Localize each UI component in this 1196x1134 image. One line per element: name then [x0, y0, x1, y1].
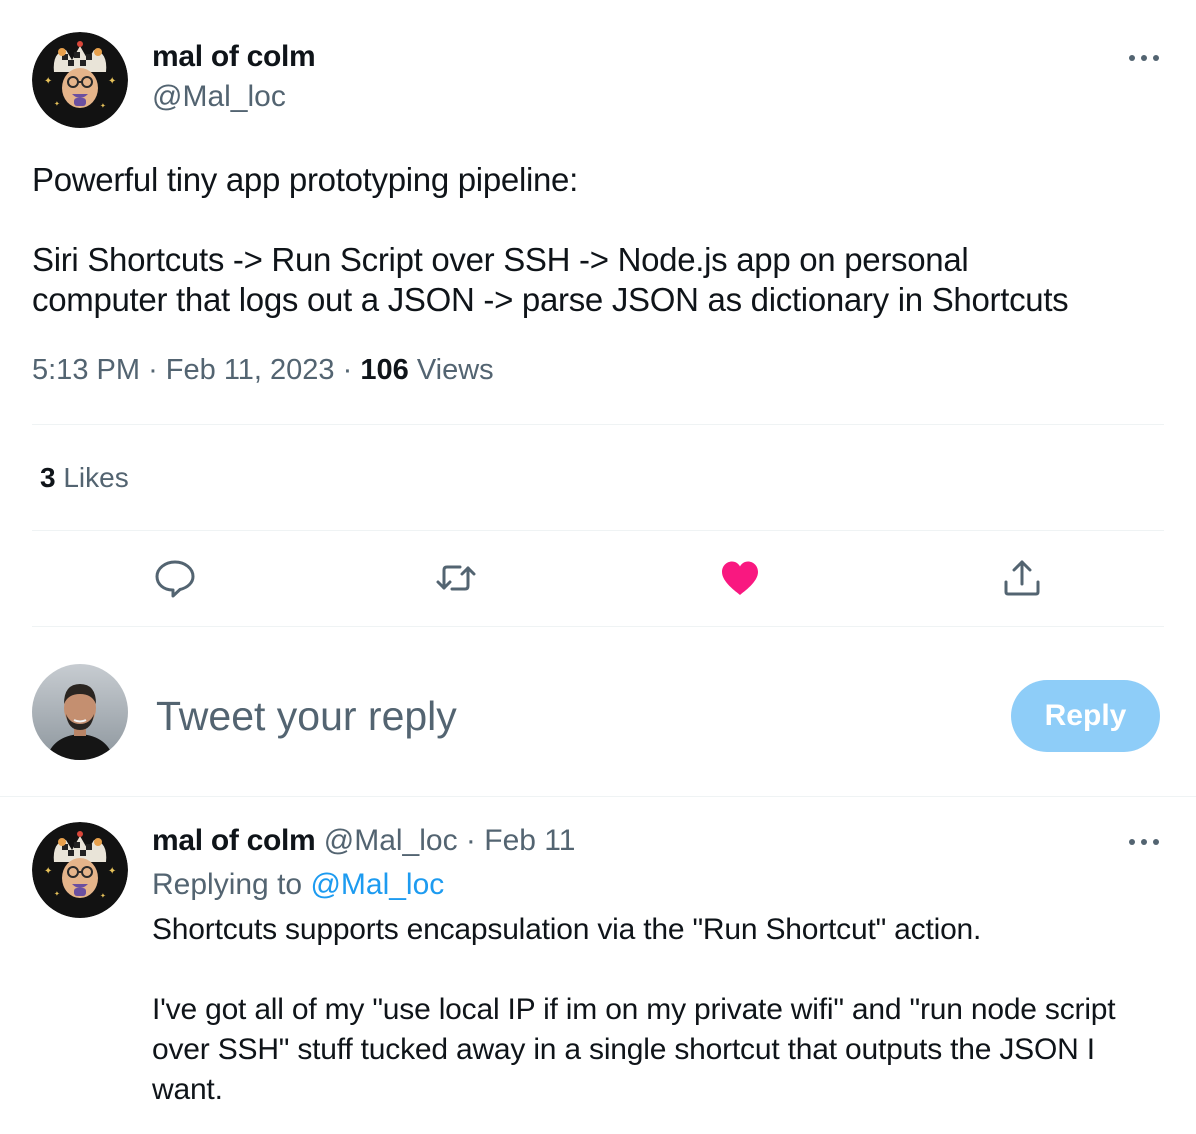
views-label: Views	[416, 354, 494, 386]
meta-separator: ·	[342, 354, 353, 386]
reply-bubble-icon	[155, 560, 195, 598]
reply-header: mal of colm @Mal_loc · Feb 11	[152, 824, 575, 858]
jester-avatar-icon: ✦ ✦ ✦ ✦	[32, 32, 128, 128]
author-handle[interactable]: @Mal_loc	[152, 80, 286, 114]
meta-separator: ·	[465, 824, 476, 857]
reply-author-name[interactable]: mal of colm	[152, 824, 316, 857]
tweet-meta: 5:13 PM · Feb 11, 2023 · 106 Views	[32, 354, 494, 387]
svg-text:✦: ✦	[44, 76, 52, 87]
divider	[32, 424, 1164, 425]
current-user-avatar[interactable]	[32, 664, 128, 760]
jester-avatar-icon: ✦ ✦ ✦ ✦	[32, 822, 128, 918]
like-button[interactable]	[718, 556, 762, 600]
more-dots-icon	[1129, 55, 1159, 61]
reply-text-line: I've got all of my "use local IP if im o…	[152, 993, 1116, 1026]
user-photo-avatar-icon	[32, 664, 128, 760]
reply-input[interactable]	[156, 690, 976, 742]
share-upload-icon	[1004, 560, 1040, 596]
reply-submit-button[interactable]: Reply	[1011, 680, 1160, 752]
retweet-icon	[436, 565, 476, 591]
svg-text:✦: ✦	[54, 100, 60, 108]
likes-label: Likes	[63, 462, 129, 493]
tweet-date[interactable]: Feb 11, 2023	[166, 354, 335, 386]
views-count: 106	[360, 354, 409, 386]
share-button[interactable]	[1000, 556, 1044, 600]
more-options-button[interactable]	[1124, 48, 1164, 68]
svg-text:✦: ✦	[44, 866, 52, 877]
svg-text:✦: ✦	[100, 102, 106, 110]
divider	[32, 530, 1164, 531]
more-dots-icon	[1129, 839, 1159, 845]
author-avatar[interactable]: ✦ ✦ ✦ ✦	[32, 32, 128, 128]
author-name[interactable]: mal of colm	[152, 40, 316, 74]
replying-to-label: Replying to	[152, 868, 303, 901]
reply-text-line: want.	[152, 1073, 223, 1106]
meta-separator: ·	[148, 354, 158, 386]
svg-text:✦: ✦	[108, 866, 116, 877]
reply-author-handle[interactable]: @Mal_loc	[324, 824, 458, 857]
retweet-button[interactable]	[434, 556, 478, 600]
reply-author-avatar[interactable]: ✦ ✦ ✦ ✦	[32, 822, 128, 918]
heart-filled-icon	[722, 561, 758, 595]
svg-text:✦: ✦	[54, 890, 60, 898]
likes-stat[interactable]: 3 Likes	[40, 462, 129, 494]
reply-text-line: over SSH" stuff tucked away in a single …	[152, 1033, 1095, 1066]
tweet-text-line: Powerful tiny app prototyping pipeline:	[32, 161, 578, 198]
svg-text:✦: ✦	[100, 892, 106, 900]
reply-text-line: Shortcuts supports encapsulation via the…	[152, 913, 982, 946]
reply-more-options-button[interactable]	[1124, 832, 1164, 852]
divider	[0, 796, 1196, 797]
likes-count: 3	[40, 462, 56, 493]
tweet-time[interactable]: 5:13 PM	[32, 354, 140, 386]
divider	[32, 626, 1164, 627]
reply-date[interactable]: Feb 11	[484, 824, 575, 857]
svg-text:✦: ✦	[108, 76, 116, 87]
reply-button[interactable]	[153, 556, 197, 600]
replying-to: Replying to @Mal_loc	[152, 868, 444, 902]
replying-to-mention-link[interactable]: @Mal_loc	[310, 868, 444, 901]
tweet-text-line: Siri Shortcuts -> Run Script over SSH ->…	[32, 241, 969, 278]
tweet-text-line: computer that logs out a JSON -> parse J…	[32, 281, 1069, 318]
